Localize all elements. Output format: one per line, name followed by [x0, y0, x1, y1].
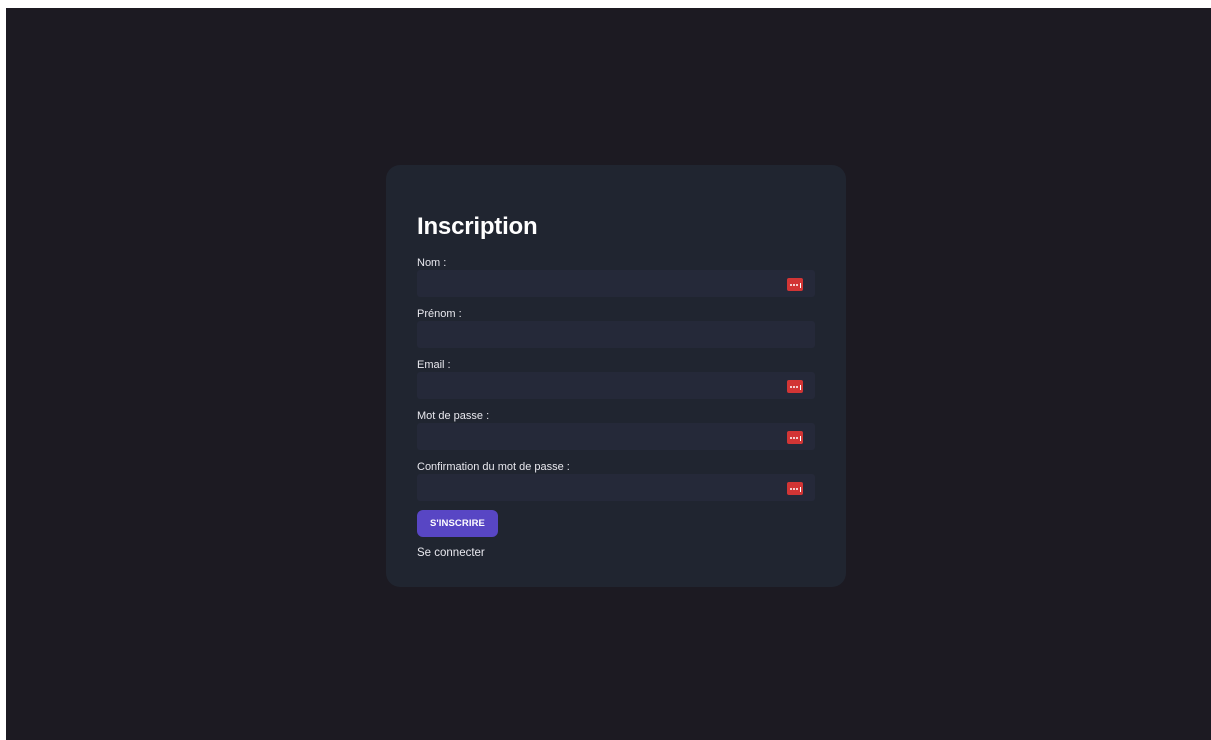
field-prenom: Prénom : — [417, 307, 815, 348]
nom-label: Nom : — [417, 257, 447, 269]
password-input[interactable] — [417, 423, 815, 450]
email-label: Email : — [417, 359, 451, 371]
prenom-input-wrapper — [417, 321, 815, 348]
prenom-input[interactable] — [417, 321, 815, 348]
password-confirm-label: Confirmation du mot de passe : — [417, 461, 570, 473]
page-title: Inscription — [417, 213, 538, 240]
password-input-wrapper — [417, 423, 815, 450]
password-confirm-input[interactable] — [417, 474, 815, 501]
field-password: Mot de passe : — [417, 409, 815, 450]
signup-button[interactable]: S'INSCRIRE — [417, 510, 498, 537]
password-manager-icon[interactable] — [787, 278, 803, 291]
page-background: Inscription Nom : Prénom : Email : Mot d… — [6, 8, 1211, 740]
password-manager-icon[interactable] — [787, 482, 803, 495]
field-nom: Nom : — [417, 256, 815, 297]
field-password-confirm: Confirmation du mot de passe : — [417, 460, 815, 501]
prenom-label: Prénom : — [417, 308, 462, 320]
password-manager-icon[interactable] — [787, 380, 803, 393]
password-confirm-input-wrapper — [417, 474, 815, 501]
nom-input[interactable] — [417, 270, 815, 297]
field-email: Email : — [417, 358, 815, 399]
email-input[interactable] — [417, 372, 815, 399]
password-label: Mot de passe : — [417, 410, 490, 422]
signup-card: Inscription Nom : Prénom : Email : Mot d… — [386, 165, 846, 587]
nom-input-wrapper — [417, 270, 815, 297]
login-link[interactable]: Se connecter — [417, 546, 815, 560]
email-input-wrapper — [417, 372, 815, 399]
password-manager-icon[interactable] — [787, 431, 803, 444]
